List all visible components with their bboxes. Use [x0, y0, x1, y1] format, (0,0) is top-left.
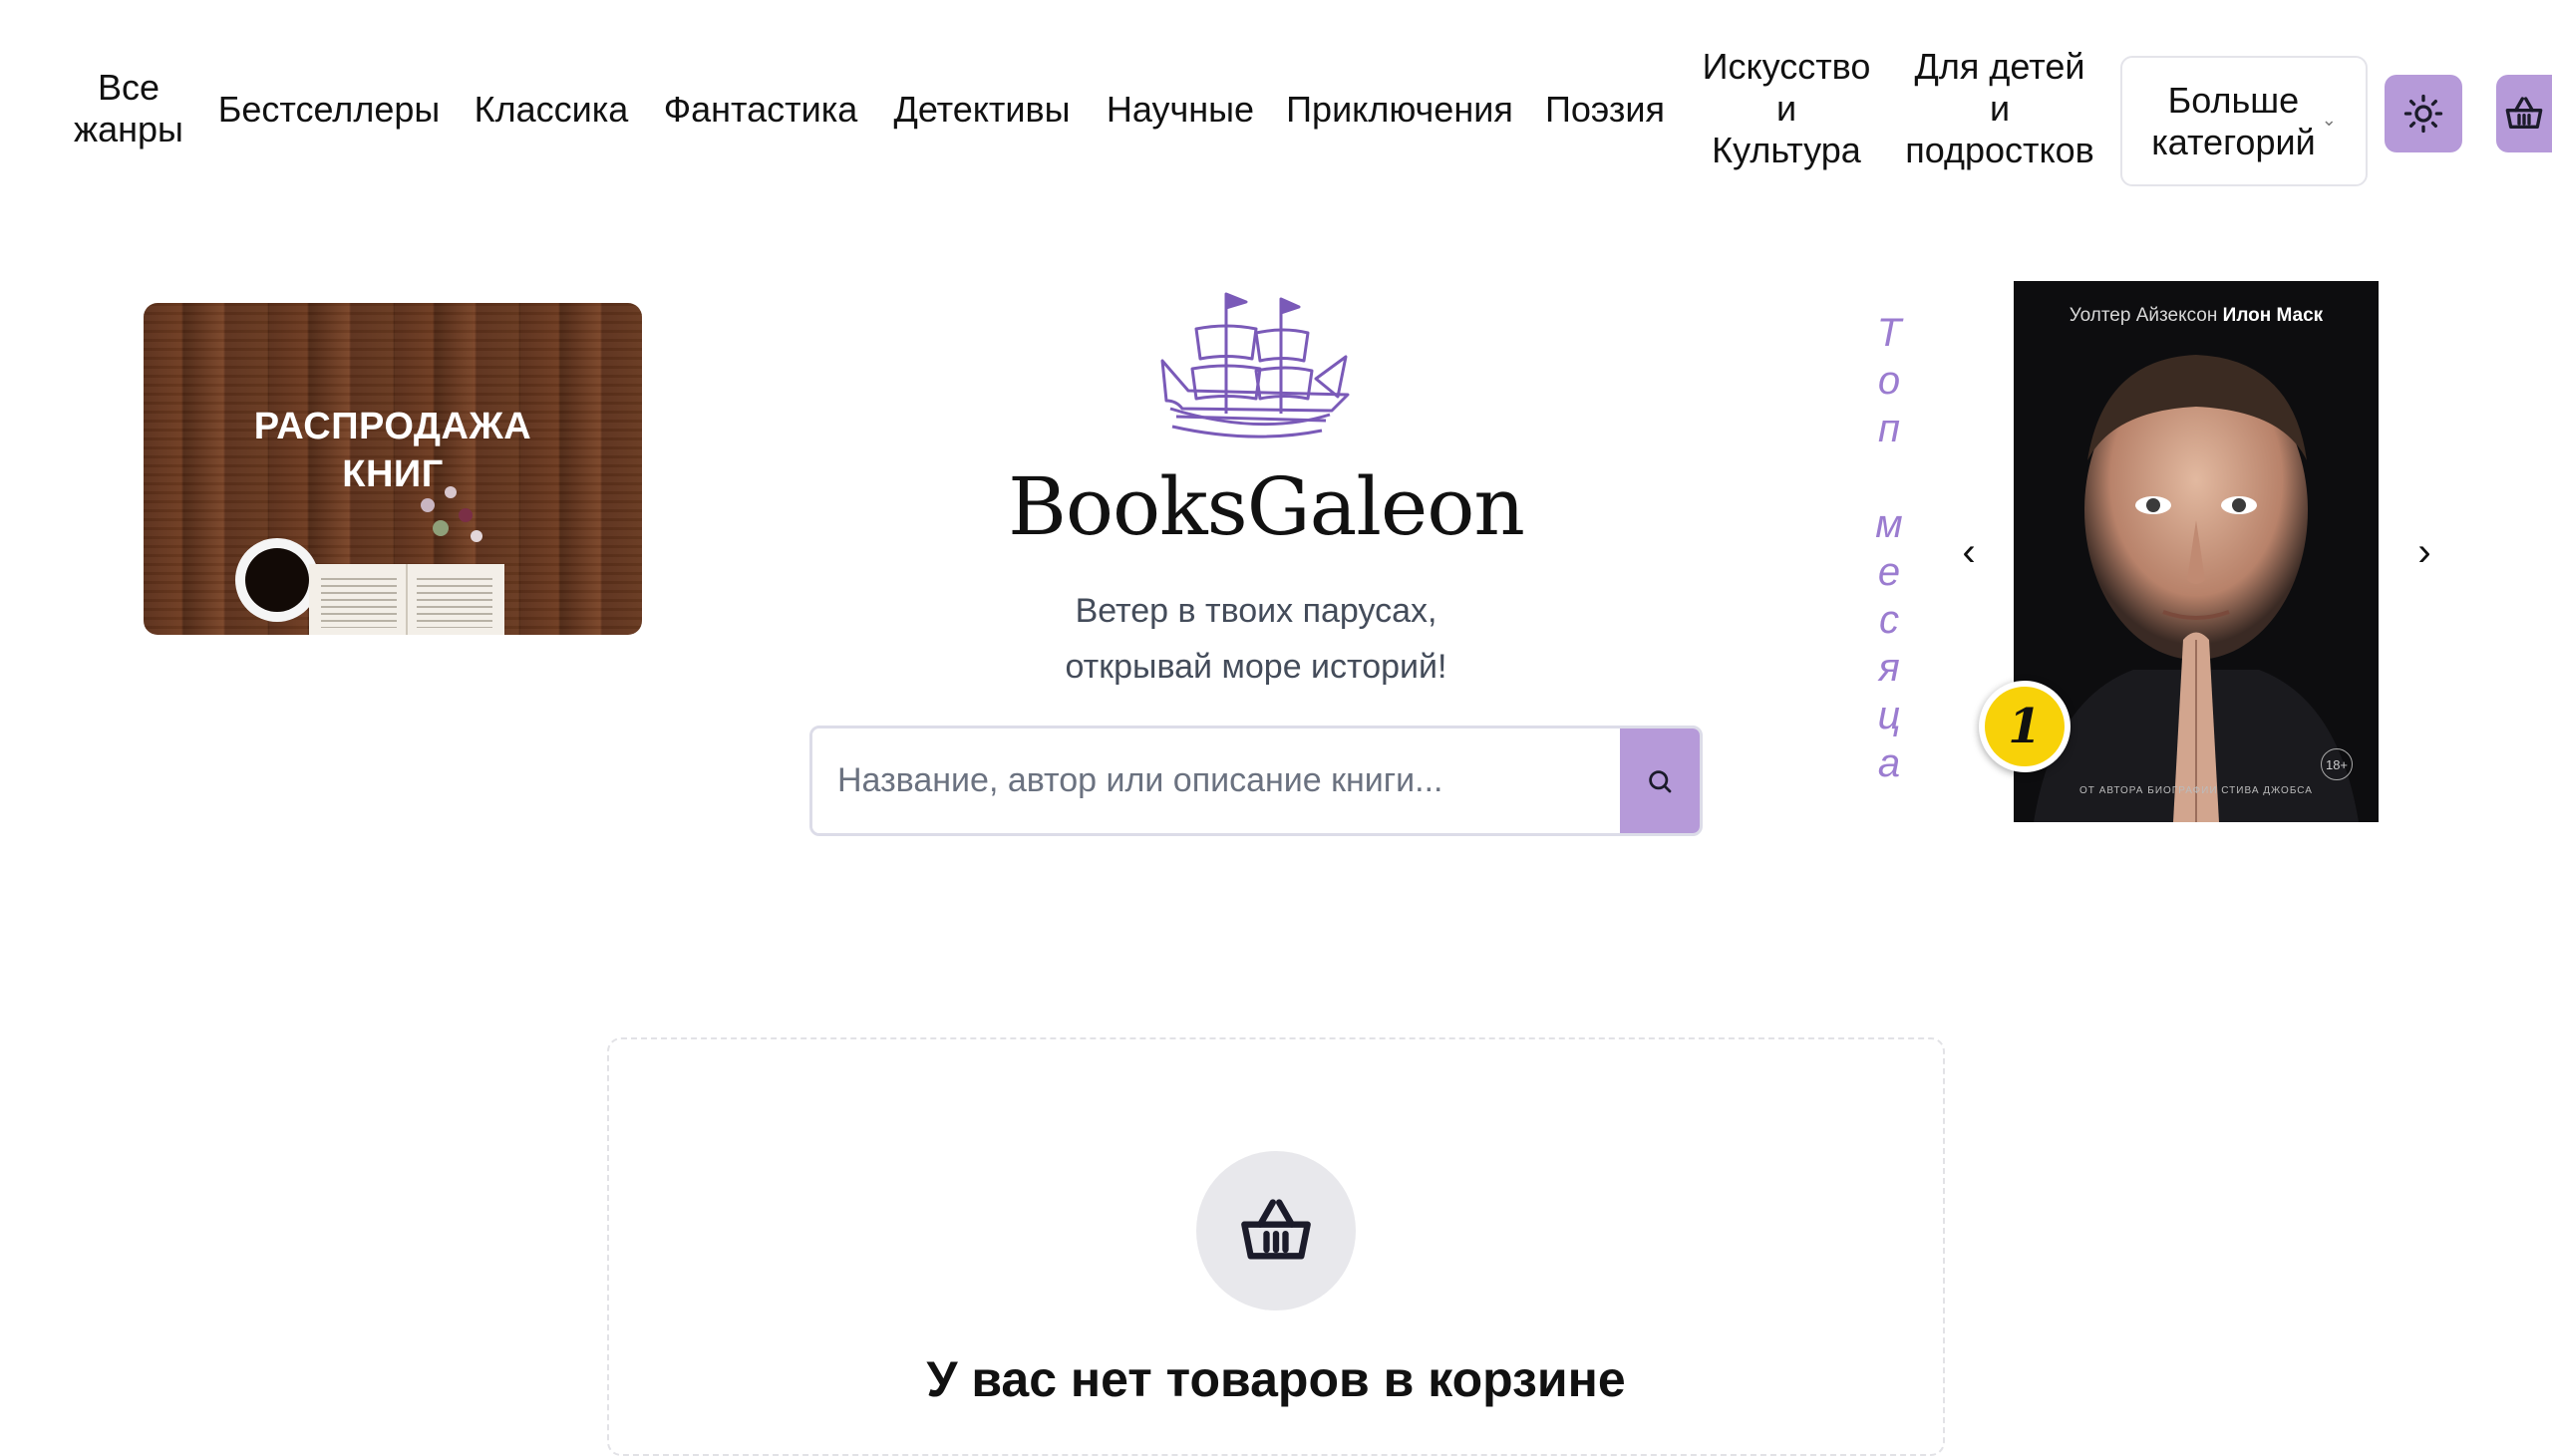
theme-toggle-button[interactable] [2385, 75, 2462, 152]
search-button[interactable] [1620, 728, 1700, 833]
vertical-letter: м [1875, 502, 1903, 546]
nav-art-culture[interactable]: Искусство и Культура [1695, 46, 1878, 171]
age-rating-badge: 18+ [2321, 748, 2353, 780]
brand-tagline: Ветер в твоих парусах, открывай море ист… [1065, 592, 1447, 686]
empty-cart-icon-circle [1196, 1151, 1356, 1310]
vertical-letter: а [1877, 741, 1901, 785]
more-categories-label: Больше категорий [2151, 79, 2316, 162]
cover-author: Уолтер Айзексон [2069, 305, 2218, 326]
flowers-image [411, 478, 490, 564]
rank-badge: 1 [1979, 681, 2071, 772]
galleon-ship-icon [1160, 292, 1350, 438]
carousel-next-button[interactable]: › [2404, 528, 2444, 576]
vertical-letter: е [1877, 550, 1901, 594]
vertical-letter: Т [1876, 311, 1902, 355]
search-input[interactable] [812, 728, 1620, 833]
basket-icon [2505, 97, 2543, 129]
vertical-letter: ц [1877, 694, 1901, 737]
top-month-vertical-label: Т о п м е с я ц а [1864, 309, 1914, 787]
vertical-letter: о [1877, 359, 1901, 403]
sale-banner[interactable]: РАСПРОДАЖА КНИГ [144, 303, 642, 635]
brand-name: BooksGaleon [1008, 460, 1525, 553]
nav-science[interactable]: Научные [1103, 89, 1258, 131]
vertical-letter: п [1877, 407, 1900, 450]
search-bar [809, 726, 1703, 836]
cover-foot-text: ОТ АВТОРА БИОГРАФИИ СТИВА ДЖОБСА [2079, 785, 2313, 796]
carousel-prev-button[interactable]: ‹ [1949, 528, 1989, 576]
basket-icon [1241, 1199, 1311, 1260]
sun-icon [2403, 94, 2443, 134]
empty-cart-message: У вас нет товаров в корзине [926, 1351, 1626, 1407]
top-book-cover[interactable]: Уолтер Айзексон Илон Маск 18+ ОТ АВТОРА … [2014, 281, 2379, 822]
top-navigation: Все жанры Бестселлеры Классика Фантастик… [0, 0, 2552, 219]
nav-detectives[interactable]: Детективы [887, 89, 1077, 131]
nav-kids-teens[interactable]: Для детей и подростков [1894, 46, 2105, 171]
cart-button[interactable] [2496, 75, 2552, 152]
vertical-letter: с [1879, 598, 1899, 642]
nav-bestsellers[interactable]: Бестселлеры [211, 89, 447, 131]
nav-classics[interactable]: Классика [469, 89, 634, 131]
chevron-down-icon: ⌄ [2321, 109, 2337, 130]
cover-title: Илон Маск [2222, 305, 2324, 326]
nav-adventure[interactable]: Приключения [1282, 89, 1517, 131]
nav-fantasy[interactable]: Фантастика [658, 89, 863, 131]
sale-banner-title: РАСПРОДАЖА КНИГ [253, 406, 532, 495]
more-categories-button[interactable]: Больше категорий ⌄ [2120, 56, 2368, 186]
search-icon [1649, 769, 1672, 792]
coffee-cup-image [235, 538, 319, 622]
nav-poetry[interactable]: Поэзия [1539, 89, 1671, 131]
vertical-letter [1864, 452, 1914, 500]
cover-author-line: Уолтер Айзексон Илон Маск [2014, 305, 2379, 327]
vertical-letter: я [1878, 646, 1900, 690]
nav-all-genres[interactable]: Все жанры [66, 67, 191, 150]
cover-portrait-image [2034, 355, 2359, 822]
open-book-image [309, 564, 504, 635]
